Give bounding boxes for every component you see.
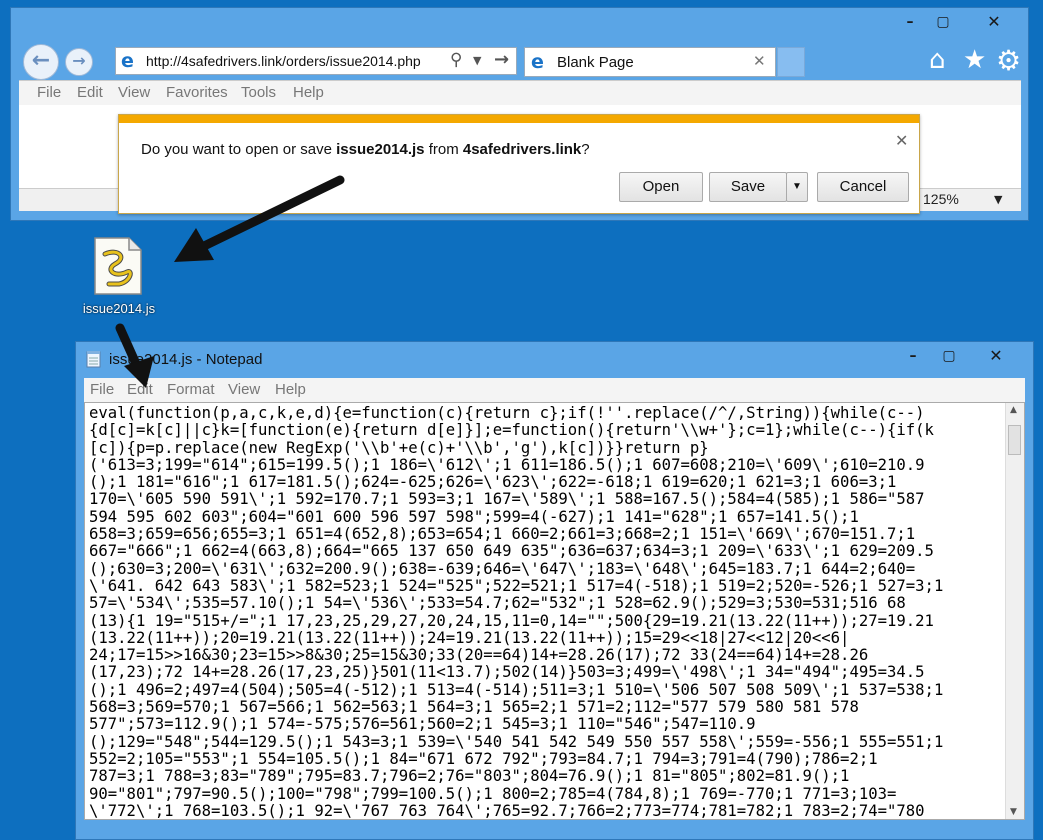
code-line: ();129="548";544=129.5();1 543=3;1 539=\… — [89, 732, 944, 751]
address-bar[interactable]: e http://4safedrivers.link/orders/issue2… — [115, 47, 517, 75]
notification-accent-strip — [119, 115, 919, 123]
menu-help[interactable]: Help — [293, 84, 324, 101]
back-button[interactable]: ← — [23, 44, 59, 80]
ie-logo-icon: e — [121, 50, 134, 72]
code-line: 787=3;1 788=3;83="789";795=83.7;796=2;76… — [89, 767, 850, 786]
code-line: 57=\'534\';535=57.10();1 54=\'536\';533=… — [89, 594, 906, 613]
home-icon[interactable]: ⌂ — [929, 45, 946, 75]
back-arrow-icon: ← — [31, 48, 51, 73]
cancel-button[interactable]: Cancel — [817, 172, 909, 202]
code-line: 568=3;569=570;1 567=566;1 562=563;1 564=… — [89, 698, 859, 717]
np-menu-file[interactable]: File — [90, 381, 114, 398]
code-line: \'772\';1 768=103.5();1 92=\'767 763 764… — [89, 801, 925, 820]
save-dropdown-button[interactable]: ▼ — [786, 172, 808, 202]
code-line: 667="666";1 662=4(663,8);664="665 137 65… — [89, 542, 934, 561]
code-line: 552=2;105="553";1 554=105.5();1 84="671 … — [89, 749, 878, 768]
prompt-middle: from — [424, 141, 463, 158]
code-line: (13.22(11++));20=19.21(13.22(11++));24=1… — [89, 628, 850, 647]
notepad-title: issue2014.js - Notepad — [109, 351, 263, 368]
scroll-up-icon[interactable]: ▲ — [1010, 405, 1017, 415]
code-line: 170=\'605 590 591\';1 592=170.7;1 593=3;… — [89, 490, 925, 509]
menu-edit[interactable]: Edit — [77, 84, 103, 101]
open-button[interactable]: Open — [619, 172, 703, 202]
chevron-down-icon: ▼ — [792, 181, 802, 192]
go-arrow-icon[interactable]: → — [494, 49, 509, 70]
notepad-menu-bar: File Edit Format View Help — [84, 378, 1025, 402]
notepad-maximize-button[interactable]: ▢ — [935, 346, 963, 366]
notification-close-icon[interactable]: ✕ — [895, 131, 908, 150]
notepad-window: issue2014.js - Notepad – ▢ ✕ File Edit F… — [75, 341, 1034, 840]
notepad-close-button[interactable]: ✕ — [973, 346, 1019, 366]
notepad-text-area[interactable]: eval(function(p,a,c,k,e,d){e=function(c)… — [84, 402, 1025, 820]
code-content: eval(function(p,a,c,k,e,d){e=function(c)… — [89, 404, 1001, 820]
script-file-icon — [94, 237, 142, 295]
zoom-dropdown-icon[interactable]: ▼ — [994, 193, 1002, 206]
forward-button[interactable]: → — [65, 48, 93, 76]
code-line: {d[c]=k[c]||c}k=[function(e){return d[e]… — [89, 421, 934, 440]
code-line: 658=3;659=656;655=3;1 651=4(652,8);653=6… — [89, 525, 916, 544]
ie-navigation-bar: ← → e http://4safedrivers.link/orders/is… — [19, 44, 1021, 82]
np-menu-view[interactable]: View — [228, 381, 260, 398]
search-icon[interactable]: ⚲ — [450, 50, 462, 70]
menu-file[interactable]: File — [37, 84, 61, 101]
code-line: \'641. 642 643 583\';1 582=523;1 524="52… — [89, 576, 944, 595]
prompt-domain: 4safedrivers.link — [462, 141, 582, 158]
notepad-minimize-button[interactable]: – — [899, 346, 927, 366]
gear-icon[interactable]: ⚙ — [996, 44, 1021, 77]
code-line: (17,23);72 14+=28.26(17,23,25)}501(11<13… — [89, 663, 925, 682]
code-line: 577";573=112.9();1 574=-575;576=561;560=… — [89, 715, 756, 734]
code-line: (13){1 19="515+/=";1 17,23,25,29,27,20,2… — [89, 611, 934, 630]
notepad-app-icon — [86, 351, 101, 368]
scroll-down-icon[interactable]: ▼ — [1010, 807, 1017, 817]
prompt-suffix: ? — [581, 141, 590, 158]
code-line: 90="801";797=90.5();100="798";799=100.5(… — [89, 784, 897, 803]
tab-blank-page[interactable]: e Blank Page ✕ — [524, 47, 776, 77]
tab-ie-icon: e — [531, 51, 544, 73]
code-line: ();630=3;200=\'631\';632=200.9();638=-63… — [89, 559, 916, 578]
np-menu-help[interactable]: Help — [275, 381, 306, 398]
code-line: 24;17=15>>16&30;23=15>>8&30;25=15&30;33(… — [89, 646, 869, 665]
tab-title: Blank Page — [557, 54, 634, 71]
address-url: http://4safedrivers.link/orders/issue201… — [146, 53, 421, 69]
ie-minimize-button[interactable]: – — [896, 12, 924, 32]
download-prompt: Do you want to open or save issue2014.js… — [141, 141, 590, 158]
code-line: ();1 496=2;497=4(504);505=4(-512);1 513=… — [89, 680, 944, 699]
np-menu-edit[interactable]: Edit — [127, 381, 153, 398]
menu-favorites[interactable]: Favorites — [166, 84, 228, 101]
forward-arrow-icon: → — [72, 51, 86, 70]
np-menu-format[interactable]: Format — [167, 381, 215, 398]
menu-tools[interactable]: Tools — [241, 84, 276, 101]
save-button[interactable]: Save — [709, 172, 787, 202]
dropdown-icon[interactable]: ▼ — [473, 54, 481, 67]
prompt-filename: issue2014.js — [336, 141, 425, 158]
code-line: ();1 181="616";1 617=181.5();624=-625;62… — [89, 473, 897, 492]
scroll-thumb[interactable] — [1008, 425, 1021, 455]
vertical-scrollbar[interactable]: ▲ ▼ — [1005, 403, 1024, 819]
code-line: ('613=3;199="614";615=199.5();1 186=\'61… — [89, 455, 925, 474]
new-tab-button[interactable] — [777, 47, 805, 77]
ie-menu-bar: File Edit View Favorites Tools Help — [19, 80, 1021, 106]
code-line: 594 595 602 603";604="601 600 596 597 59… — [89, 507, 859, 526]
favorites-star-icon[interactable]: ★ — [963, 45, 986, 75]
desktop-file-label: issue2014.js — [82, 301, 156, 316]
code-line: [c]){p=p.replace(new RegExp('\\b'+e(c)+'… — [89, 438, 709, 457]
code-line: eval(function(p,a,c,k,e,d){e=function(c)… — [89, 404, 925, 422]
ie-maximize-button[interactable]: ▢ — [929, 12, 957, 32]
tab-close-icon[interactable]: ✕ — [753, 52, 766, 70]
prompt-prefix: Do you want to open or save — [141, 141, 337, 158]
zoom-level[interactable]: 125% — [923, 191, 959, 207]
desktop-file-icon[interactable]: issue2014.js — [74, 236, 164, 320]
download-notification-bar: Do you want to open or save issue2014.js… — [118, 114, 920, 214]
menu-view[interactable]: View — [118, 84, 150, 101]
ie-close-button[interactable]: ✕ — [971, 12, 1017, 32]
